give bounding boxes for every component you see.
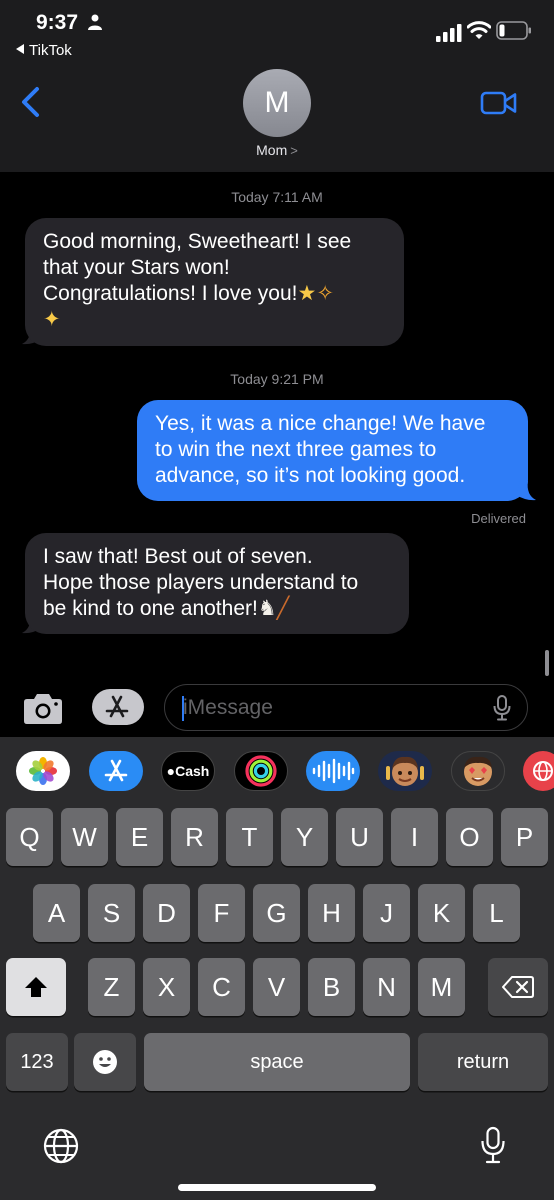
message-line: Hope those players understand to: [43, 571, 359, 594]
key-i[interactable]: I: [391, 808, 438, 866]
smiley-face-icon: [93, 1050, 117, 1074]
dizzy-emoji: ✧: [316, 282, 334, 305]
memoji-icon[interactable]: [378, 751, 432, 791]
key-m[interactable]: M: [418, 958, 465, 1016]
emoji-key[interactable]: [74, 1033, 136, 1091]
key-b[interactable]: B: [308, 958, 355, 1016]
glowing-star-emoji: ✦: [43, 308, 61, 331]
shift-key[interactable]: [6, 958, 66, 1016]
dictation-mic-icon[interactable]: [492, 695, 512, 721]
memoji-sticker-glyph: [464, 756, 492, 786]
camera-icon[interactable]: [23, 690, 63, 726]
message-line: ✦: [43, 307, 386, 333]
app-store-button[interactable]: [92, 689, 144, 725]
chevron-right-icon: >: [290, 143, 298, 158]
battery-icon: [496, 21, 531, 40]
key-g[interactable]: G: [253, 884, 300, 942]
key-u[interactable]: U: [336, 808, 383, 866]
tooth-emoji: ♞: [257, 597, 277, 620]
back-app-label: TikTok: [29, 42, 72, 59]
key-x[interactable]: X: [143, 958, 190, 1016]
message-line: Good morning, Sweetheart! I see: [43, 230, 352, 253]
message-line: be kind to one another!♞╱: [43, 597, 290, 620]
back-triangle-icon: [16, 44, 24, 54]
key-h[interactable]: H: [308, 884, 355, 942]
incoming-message-bubble[interactable]: Good morning, Sweetheart! I see that you…: [25, 218, 404, 346]
scroll-indicator[interactable]: [545, 650, 549, 676]
cellular-signal-icon: [436, 24, 462, 42]
backspace-icon: [502, 976, 534, 998]
message-line: to win the next three games to: [155, 438, 437, 461]
message-timestamp: Today 9:21 PM: [230, 371, 324, 387]
app-store-icon[interactable]: [89, 751, 143, 791]
contact-name: Mom: [256, 142, 288, 158]
facetime-video-icon[interactable]: [480, 90, 518, 116]
delivered-status: Delivered: [471, 511, 526, 526]
key-j[interactable]: J: [363, 884, 410, 942]
bubble-tail: [516, 481, 536, 501]
key-z[interactable]: Z: [88, 958, 135, 1016]
globe-glyph: [533, 761, 553, 781]
incoming-message-bubble[interactable]: I saw that! Best out of seven. Hope thos…: [25, 533, 409, 634]
avatar-initial: M: [264, 86, 290, 119]
message-timestamp: Today 7:11 AM: [231, 189, 323, 205]
message-text-input[interactable]: [183, 693, 483, 723]
wifi-icon: [467, 21, 491, 39]
activity-icon[interactable]: [234, 751, 288, 791]
key-t[interactable]: T: [226, 808, 273, 866]
shift-arrow-icon: [25, 977, 47, 997]
key-w[interactable]: W: [61, 808, 108, 866]
apple-cash-icon[interactable]: ●Cash: [161, 751, 215, 791]
key-k[interactable]: K: [418, 884, 465, 942]
key-q[interactable]: Q: [6, 808, 53, 866]
key-f[interactable]: F: [198, 884, 245, 942]
back-chevron-icon[interactable]: [18, 86, 44, 118]
activity-rings-glyph: [245, 755, 277, 787]
star-emoji: ★: [297, 282, 317, 305]
space-key[interactable]: space: [144, 1033, 410, 1091]
outgoing-message-bubble[interactable]: Yes, it was a nice change! We have to wi…: [137, 400, 528, 501]
key-c[interactable]: C: [198, 958, 245, 1016]
message-line: Yes, it was a nice change! We have: [155, 412, 486, 435]
key-v[interactable]: V: [253, 958, 300, 1016]
key-r[interactable]: R: [171, 808, 218, 866]
conversation-header: 9:37 TikTok M Mom >: [0, 0, 554, 172]
key-o[interactable]: O: [446, 808, 493, 866]
microphone-icon[interactable]: [480, 1126, 506, 1164]
globe-icon[interactable]: [43, 1128, 79, 1164]
numbers-key[interactable]: 123: [6, 1033, 68, 1091]
key-y[interactable]: Y: [281, 808, 328, 866]
hockey-emoji: ╱: [276, 597, 290, 620]
audio-message-icon[interactable]: [306, 751, 360, 791]
photos-flower-glyph: [29, 757, 57, 785]
app-store-glyph: [104, 759, 128, 782]
delete-key[interactable]: [488, 958, 548, 1016]
memoji-face-glyph: [386, 756, 424, 786]
key-s[interactable]: S: [88, 884, 135, 942]
message-line: Congratulations! I love you!★✧: [43, 282, 334, 305]
message-line: I saw that! Best out of seven.: [43, 545, 313, 568]
imessage-input-field[interactable]: [164, 684, 528, 731]
contact-avatar[interactable]: M: [243, 69, 311, 137]
person-icon: [88, 14, 102, 30]
status-time: 9:37: [36, 11, 79, 34]
key-p[interactable]: P: [501, 808, 548, 866]
key-e[interactable]: E: [116, 808, 163, 866]
key-d[interactable]: D: [143, 884, 190, 942]
memoji-stickers-icon[interactable]: [451, 751, 505, 791]
waveform-glyph: [312, 758, 355, 784]
photos-app-icon[interactable]: [16, 751, 70, 791]
contact-name-button[interactable]: Mom >: [0, 142, 554, 158]
apple-cash-label: ●Cash: [166, 763, 210, 779]
return-key[interactable]: return: [418, 1033, 548, 1091]
message-line: that your Stars won!: [43, 256, 230, 279]
app-store-a-icon: [105, 695, 129, 718]
key-a[interactable]: A: [33, 884, 80, 942]
key-n[interactable]: N: [363, 958, 410, 1016]
home-indicator[interactable]: [178, 1184, 376, 1191]
back-to-app-link[interactable]: TikTok: [16, 42, 72, 59]
key-l[interactable]: L: [473, 884, 520, 942]
message-line: advance, so it’s not looking good.: [155, 464, 466, 487]
